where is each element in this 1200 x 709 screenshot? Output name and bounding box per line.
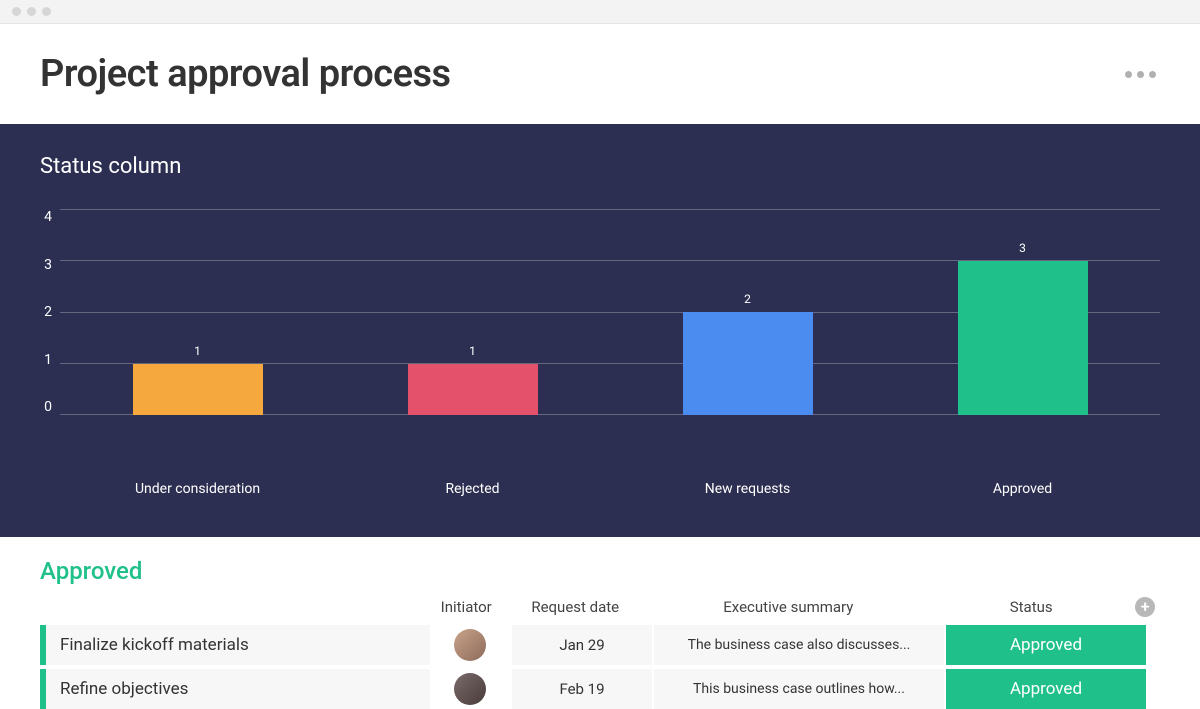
status-badge[interactable]: Approved: [946, 669, 1146, 709]
chart-plot-area: 1 1 2 3: [60, 209, 1160, 415]
y-tick-label: 3: [44, 257, 52, 273]
status-badge[interactable]: Approved: [946, 625, 1146, 665]
table-header-row: Initiator Request date Executive summary…: [40, 597, 1160, 625]
initiator-cell[interactable]: [430, 625, 510, 665]
y-tick-label: 0: [44, 399, 52, 415]
chart-title: Status column: [40, 154, 1160, 179]
column-header-request-date[interactable]: Request date: [506, 598, 645, 616]
window-control-close[interactable]: [12, 7, 21, 16]
column-header-status[interactable]: Status: [932, 598, 1130, 616]
chart-panel: Status column 4 3 2 1 0 1 1 2 3 Under consi…: [0, 124, 1200, 537]
chart-bars: 1 1 2 3: [60, 209, 1160, 415]
chart-bar: [683, 312, 813, 415]
table-row[interactable]: Refine objectives Feb 19 This business c…: [40, 669, 1160, 709]
summary-cell[interactable]: This business case outlines how...: [654, 669, 944, 709]
more-options-button[interactable]: [1125, 71, 1160, 78]
chart-bar: [958, 261, 1088, 416]
x-tick-label: New requests: [610, 481, 885, 497]
chart-y-axis: 4 3 2 1 0: [40, 209, 60, 415]
add-column-button[interactable]: +: [1130, 597, 1160, 617]
plus-icon: +: [1135, 597, 1155, 617]
page-title: Project approval process: [40, 52, 451, 96]
x-tick-label: Rejected: [335, 481, 610, 497]
avatar: [454, 629, 486, 661]
window-control-maximize[interactable]: [42, 7, 51, 16]
group-title[interactable]: Approved: [40, 557, 1160, 585]
ellipsis-icon: [1149, 71, 1156, 78]
summary-cell[interactable]: The business case also discusses...: [654, 625, 944, 665]
x-tick-label: Approved: [885, 481, 1160, 497]
bar-value-label: 1: [469, 344, 476, 358]
chart-bar-group[interactable]: 2: [610, 292, 885, 415]
window-control-minimize[interactable]: [27, 7, 36, 16]
task-name-cell[interactable]: Refine objectives: [46, 669, 430, 709]
bar-value-label: 2: [744, 292, 751, 306]
chart-bar-group[interactable]: 1: [60, 344, 335, 416]
y-tick-label: 4: [44, 209, 52, 225]
chart-x-axis: Under consideration Rejected New request…: [40, 481, 1160, 497]
y-tick-label: 1: [44, 352, 52, 368]
page-header: Project approval process: [0, 24, 1200, 124]
table-section: Approved Initiator Request date Executiv…: [0, 537, 1200, 709]
x-tick-label: Under consideration: [60, 481, 335, 497]
request-date-cell[interactable]: Jan 29: [512, 625, 652, 665]
column-header-summary[interactable]: Executive summary: [645, 598, 932, 616]
ellipsis-icon: [1125, 71, 1132, 78]
ellipsis-icon: [1137, 71, 1144, 78]
task-name-cell[interactable]: Finalize kickoff materials: [46, 625, 430, 665]
chart-bar-group[interactable]: 1: [335, 344, 610, 416]
y-tick-label: 2: [44, 304, 52, 320]
bar-value-label: 3: [1019, 241, 1026, 255]
avatar: [454, 673, 486, 705]
column-header-initiator[interactable]: Initiator: [427, 598, 506, 616]
initiator-cell[interactable]: [430, 669, 510, 709]
chart-bar: [133, 364, 263, 416]
request-date-cell[interactable]: Feb 19: [512, 669, 652, 709]
bar-value-label: 1: [194, 344, 201, 358]
window-titlebar: [0, 0, 1200, 24]
chart-area: 4 3 2 1 0 1 1 2 3: [40, 209, 1160, 469]
chart-bar-group[interactable]: 3: [885, 241, 1160, 416]
table-row[interactable]: Finalize kickoff materials Jan 29 The bu…: [40, 625, 1160, 665]
chart-bar: [408, 364, 538, 416]
